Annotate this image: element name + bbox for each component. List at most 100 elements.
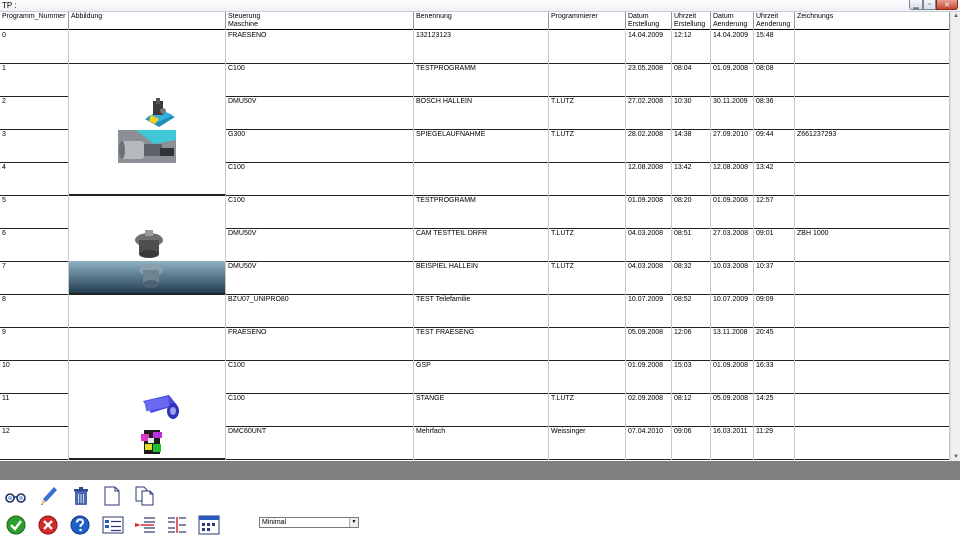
image-cell-rows-11-12[interactable] bbox=[69, 393, 226, 459]
cell-created-date[interactable]: 04.03.2008 bbox=[626, 262, 672, 295]
cell-program-number[interactable]: 11 bbox=[0, 394, 69, 427]
cell-program-number[interactable]: 5 bbox=[0, 196, 69, 229]
cell-designation[interactable]: STANGE bbox=[414, 394, 549, 427]
cell-changed-date[interactable]: 13.11.2008 bbox=[711, 328, 754, 361]
cell-changed-date[interactable]: 10.03.2008 bbox=[711, 262, 754, 295]
column-header-designation[interactable]: Benennung bbox=[414, 12, 549, 30]
cancel-button[interactable] bbox=[36, 514, 60, 536]
cell-programmer[interactable]: T.LUTZ bbox=[549, 262, 626, 295]
cell-machine-control[interactable]: C100 bbox=[226, 361, 414, 394]
cell-drawing[interactable] bbox=[795, 295, 950, 328]
cell-changed-date[interactable]: 01.09.2008 bbox=[711, 361, 754, 394]
column-header-changed-date[interactable]: Datum Aenderung bbox=[711, 12, 754, 30]
cell-designation[interactable] bbox=[414, 163, 549, 196]
cell-changed-time[interactable]: 09:44 bbox=[754, 130, 795, 163]
cell-changed-time[interactable]: 16:33 bbox=[754, 361, 795, 394]
cell-programmer[interactable]: T.LUTZ bbox=[549, 229, 626, 262]
table-row[interactable]: 10 C100 GSP 01.09.2008 15:03 01.09.2008 16:33 bbox=[0, 361, 960, 394]
cell-programmer[interactable] bbox=[549, 328, 626, 361]
cell-programmer[interactable]: T.LUTZ bbox=[549, 130, 626, 163]
cell-created-time[interactable]: 10:30 bbox=[672, 97, 711, 130]
calendar-window-button[interactable] bbox=[197, 514, 221, 536]
cell-drawing[interactable] bbox=[795, 64, 950, 97]
cell-programmer[interactable]: Weissinger bbox=[549, 427, 626, 460]
cell-created-time[interactable]: 14:38 bbox=[672, 130, 711, 163]
cell-created-time[interactable]: 08:12 bbox=[672, 394, 711, 427]
cell-changed-time[interactable]: 09:01 bbox=[754, 229, 795, 262]
column-header-drawing[interactable]: Zeichnungs bbox=[795, 12, 950, 30]
cell-created-time[interactable]: 08:52 bbox=[672, 295, 711, 328]
cell-created-time[interactable]: 08:04 bbox=[672, 64, 711, 97]
cell-changed-date[interactable]: 16.03.2011 bbox=[711, 427, 754, 460]
table-row[interactable]: 5 C100 TESTPROGRAMM 01.09.2008 08:20 01.09.20… bbox=[0, 196, 960, 229]
copy-button[interactable] bbox=[133, 485, 157, 507]
column-header-machine-control[interactable]: Steuerung Maschine bbox=[226, 12, 414, 30]
view-mode-select[interactable]: Minimal ▼ bbox=[259, 517, 359, 528]
cell-designation[interactable]: TEST Teilefamilie bbox=[414, 295, 549, 328]
minimize-button[interactable]: ▁ bbox=[909, 0, 923, 10]
cell-designation[interactable]: BEISPIEL HALLEIN bbox=[414, 262, 549, 295]
table-row[interactable]: 8 BZU07_UNIPRO80 TEST Teilefamilie 10.07.20… bbox=[0, 295, 960, 328]
new-button[interactable] bbox=[100, 485, 124, 507]
cell-program-number[interactable]: 8 bbox=[0, 295, 69, 328]
cell-created-date[interactable]: 05.09.2008 bbox=[626, 328, 672, 361]
column-header-programmer[interactable]: Programmierer bbox=[549, 12, 626, 30]
cell-program-number[interactable]: 7 bbox=[0, 262, 69, 295]
cell-designation[interactable]: GSP bbox=[414, 361, 549, 394]
cell-changed-date[interactable]: 27.03.2008 bbox=[711, 229, 754, 262]
image-cell[interactable] bbox=[69, 64, 226, 97]
image-cell[interactable] bbox=[69, 31, 226, 64]
cell-created-date[interactable]: 27.02.2008 bbox=[626, 97, 672, 130]
cell-machine-control[interactable]: C100 bbox=[226, 196, 414, 229]
cell-programmer[interactable]: T.LUTZ bbox=[549, 97, 626, 130]
cell-drawing[interactable] bbox=[795, 97, 950, 130]
cell-changed-time[interactable]: 13:42 bbox=[754, 163, 795, 196]
chevron-down-icon[interactable]: ▼ bbox=[349, 518, 358, 527]
cell-programmer[interactable] bbox=[549, 64, 626, 97]
cell-drawing[interactable] bbox=[795, 394, 950, 427]
cell-drawing[interactable] bbox=[795, 31, 950, 64]
cell-designation[interactable]: TESTPROGRAMM bbox=[414, 196, 549, 229]
cell-created-time[interactable]: 13:42 bbox=[672, 163, 711, 196]
cell-designation[interactable]: SPIEGELAUFNAHME bbox=[414, 130, 549, 163]
cell-changed-time[interactable]: 09:09 bbox=[754, 295, 795, 328]
cell-designation[interactable]: TESTPROGRAMM bbox=[414, 64, 549, 97]
cell-drawing[interactable] bbox=[795, 196, 950, 229]
cell-created-date[interactable]: 23.05.2008 bbox=[626, 64, 672, 97]
vertical-scrollbar[interactable]: ▲ ▼ bbox=[950, 12, 960, 461]
cell-created-date[interactable]: 07.04.2010 bbox=[626, 427, 672, 460]
cell-changed-date[interactable]: 12.08.2008 bbox=[711, 163, 754, 196]
cell-created-time[interactable]: 08:51 bbox=[672, 229, 711, 262]
cell-created-time[interactable]: 12:06 bbox=[672, 328, 711, 361]
cell-created-date[interactable]: 28.02.2008 bbox=[626, 130, 672, 163]
cell-drawing[interactable] bbox=[795, 262, 950, 295]
image-cell[interactable] bbox=[69, 295, 226, 328]
cell-machine-control[interactable]: FRAESENO bbox=[226, 328, 414, 361]
maximize-button[interactable]: ▫ bbox=[923, 0, 936, 10]
cell-created-time[interactable]: 09:06 bbox=[672, 427, 711, 460]
cell-created-time[interactable]: 15:03 bbox=[672, 361, 711, 394]
cell-program-number[interactable]: 2 bbox=[0, 97, 69, 130]
cell-programmer[interactable]: T.LUTZ bbox=[549, 394, 626, 427]
cell-drawing[interactable]: Z661237293 bbox=[795, 130, 950, 163]
cell-changed-time[interactable]: 10:37 bbox=[754, 262, 795, 295]
cell-program-number[interactable]: 9 bbox=[0, 328, 69, 361]
column-header-image[interactable]: Abbildung bbox=[69, 12, 226, 30]
ok-button[interactable] bbox=[4, 514, 28, 536]
cell-programmer[interactable] bbox=[549, 31, 626, 64]
cell-designation[interactable]: BOSCH HALLEIN bbox=[414, 97, 549, 130]
scroll-up-arrow-icon[interactable]: ▲ bbox=[952, 12, 960, 20]
cell-designation[interactable]: TEST FRAESENG bbox=[414, 328, 549, 361]
cell-program-number[interactable]: 0 bbox=[0, 31, 69, 64]
column-header-created-date[interactable]: Datum Erstellung bbox=[626, 12, 672, 30]
cell-changed-date[interactable]: 05.09.2008 bbox=[711, 394, 754, 427]
image-cell-rows-2-4[interactable] bbox=[69, 96, 226, 195]
cell-changed-time[interactable]: 14:25 bbox=[754, 394, 795, 427]
cell-machine-control[interactable]: DMC60UNT bbox=[226, 427, 414, 460]
cell-created-date[interactable]: 10.07.2009 bbox=[626, 295, 672, 328]
cell-machine-control[interactable]: C100 bbox=[226, 394, 414, 427]
table-row[interactable]: 0 FRAESENO 132123123 14.04.2009 12:12 14.04.2… bbox=[0, 31, 960, 64]
cell-machine-control[interactable]: C100 bbox=[226, 64, 414, 97]
cell-changed-time[interactable]: 08:36 bbox=[754, 97, 795, 130]
cell-changed-time[interactable]: 20:45 bbox=[754, 328, 795, 361]
